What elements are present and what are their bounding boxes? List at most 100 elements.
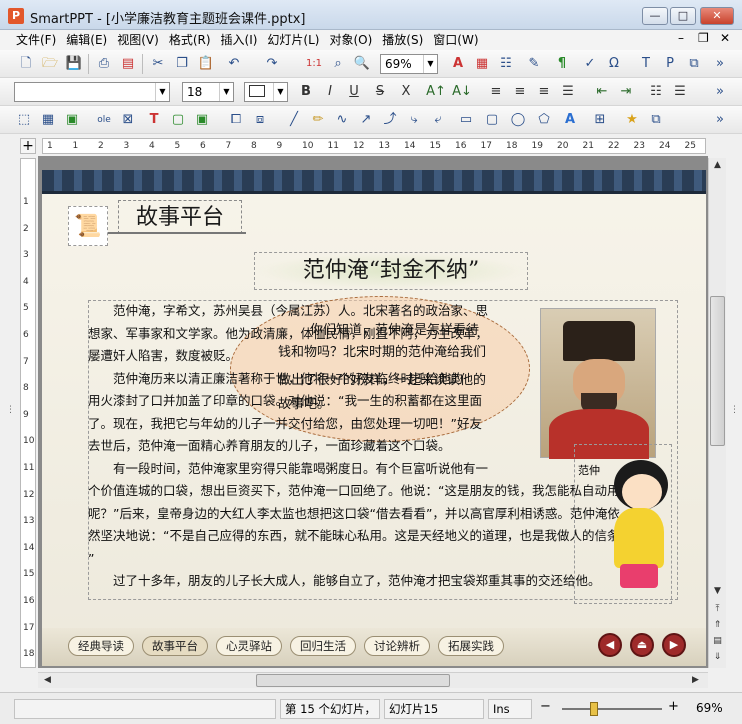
fan-zhongyan-portrait[interactable] <box>540 308 656 459</box>
zoom-in-button[interactable]: + <box>668 699 679 714</box>
font-grow-icon[interactable]: A↑ <box>426 82 446 102</box>
nav-classic-reading[interactable]: 经典导读 <box>68 636 134 656</box>
font-shrink-icon[interactable]: A↓ <box>452 82 472 102</box>
bold-button[interactable]: B <box>296 82 316 102</box>
copy-icon[interactable]: ❐ <box>172 54 192 74</box>
curve-tool-icon[interactable]: ∿ <box>332 110 352 130</box>
insert-table-frame-icon[interactable]: ▦ <box>38 110 58 130</box>
insert-media-icon[interactable]: ▣ <box>192 110 212 130</box>
menu-file[interactable]: 文件(F) <box>0 30 61 50</box>
vertical-scrollbar[interactable]: ▲ ▼ ⤒ ⇑ ▤ ⇓ <box>708 158 726 668</box>
strikethrough-icon[interactable]: S̶ <box>370 82 390 102</box>
rounded-rectangle-icon[interactable]: ▢ <box>482 110 502 130</box>
zoom-slider-knob[interactable] <box>590 702 598 716</box>
nav-prev-button[interactable]: ◀ <box>598 633 622 657</box>
menu-window[interactable]: 窗口(W) <box>428 30 483 50</box>
page-setup-icon[interactable]: T <box>636 54 656 74</box>
align-left-icon[interactable]: ≡ <box>486 82 506 102</box>
toolbar-more-button[interactable]: » <box>710 54 730 74</box>
find-icon[interactable]: ⌕ <box>328 54 348 74</box>
connector-tool-icon[interactable]: ⤴ <box>380 110 400 130</box>
line-tool-icon[interactable]: ╱ <box>284 110 304 130</box>
autoshape-icon[interactable]: ⬠ <box>534 110 554 130</box>
scroll-right-button[interactable]: ▶ <box>688 673 703 688</box>
minimize-button[interactable]: — <box>642 7 668 25</box>
nav-return-life[interactable]: 回归生活 <box>290 636 356 656</box>
prev-slide-button[interactable]: ⇑ <box>710 618 725 633</box>
numbered-list-icon[interactable]: ☰ <box>670 82 690 102</box>
horizontal-scroll-thumb[interactable] <box>256 674 450 687</box>
horizontal-ruler[interactable]: 1 1 2 3 4 5 6 7 8 9 10 11 12 13 14 15 16 17 18 19 20 21 22 23 24… <box>42 138 706 154</box>
maximize-button[interactable]: □ <box>670 7 696 25</box>
redo-icon[interactable]: ↷ <box>262 54 282 74</box>
nav-heart-station[interactable]: 心灵驿站 <box>216 636 282 656</box>
align-objects-icon[interactable]: ⊞ <box>590 110 610 130</box>
insert-shape-frame-icon[interactable]: ▢ <box>168 110 188 130</box>
toolbar-more-button[interactable]: » <box>710 82 730 102</box>
first-slide-button[interactable]: ⤒ <box>710 602 725 617</box>
elbow-connector-icon[interactable]: ⤷ <box>404 110 424 130</box>
mdi-restore-button[interactable]: ❐ <box>698 31 709 45</box>
ungroup-icon[interactable]: ⧈ <box>250 110 270 130</box>
pdf-export-icon[interactable]: ▤ <box>118 54 138 74</box>
undo-icon[interactable]: ↶ <box>224 54 244 74</box>
new-file-icon[interactable]: 🗋 <box>16 54 36 74</box>
nav-discussion[interactable]: 讨论辨析 <box>364 636 430 656</box>
slideshow-icon[interactable]: 1:1 <box>304 54 324 74</box>
menu-edit[interactable]: 编辑(E) <box>61 30 112 50</box>
insert-object-icon[interactable]: ⊠ <box>118 110 138 130</box>
menu-play[interactable]: 播放(S) <box>377 30 428 50</box>
zoom-select[interactable]: 69% ▼ <box>380 54 438 74</box>
font-name-select[interactable]: ▼ <box>14 82 170 102</box>
print-icon[interactable]: ⎙ <box>94 54 114 74</box>
menu-object[interactable]: 对象(O) <box>324 30 377 50</box>
mdi-minimize-button[interactable]: – <box>678 31 684 45</box>
insert-ole-icon[interactable]: ole <box>94 110 114 130</box>
align-justify-icon[interactable]: ☰ <box>558 82 578 102</box>
connector-points-icon[interactable]: ⤶ <box>428 110 448 130</box>
nav-story-platform[interactable]: 故事平台 <box>142 636 208 656</box>
align-right-icon[interactable]: ≡ <box>534 82 554 102</box>
text-color-icon[interactable]: A <box>448 54 468 74</box>
scroll-book-icon[interactable]: 📜 <box>68 206 108 246</box>
scroll-down-button[interactable]: ▼ <box>710 584 725 599</box>
stack-icon[interactable]: ⧉ <box>684 54 704 74</box>
wordart-icon[interactable]: A <box>560 110 580 130</box>
nav-home-button[interactable]: ⏏ <box>630 633 654 657</box>
save-icon[interactable]: 💾 <box>64 54 84 74</box>
insert-chart-icon[interactable]: ▦ <box>472 54 492 74</box>
font-size-select[interactable]: 18 ▼ <box>182 82 234 102</box>
underline-button[interactable]: U <box>344 82 364 102</box>
star-icon[interactable]: ★ <box>622 110 642 130</box>
insert-picture-icon[interactable]: ▣ <box>62 110 82 130</box>
scroll-up-button[interactable]: ▲ <box>710 158 725 173</box>
character-map-icon[interactable]: Ω <box>604 54 624 74</box>
menu-format[interactable]: 格式(R) <box>164 30 216 50</box>
next-slide-button[interactable]: ⇓ <box>710 650 725 665</box>
horizontal-scrollbar[interactable]: ◀ ▶ <box>38 672 708 688</box>
open-folder-icon[interactable]: 🗁 <box>40 54 60 74</box>
left-panel-grip[interactable]: ⋮ <box>6 395 15 425</box>
nav-extended-practice[interactable]: 拓展实践 <box>438 636 504 656</box>
spellcheck-icon[interactable]: ✓ <box>580 54 600 74</box>
vertical-ruler[interactable]: 1 2 3 4 5 6 7 8 9 10 11 12 13 14 15 16 17 18 <box>20 158 36 668</box>
paragraph-icon[interactable]: ¶ <box>552 54 572 74</box>
pencil-tool-icon[interactable]: ✏ <box>308 110 328 130</box>
clear-format-icon[interactable]: X <box>396 82 416 102</box>
indent-increase-icon[interactable]: ⇥ <box>616 82 636 102</box>
vertical-scroll-thumb[interactable] <box>710 296 725 446</box>
zoom-out-button[interactable]: − <box>540 699 551 714</box>
effects-icon[interactable]: ⧉ <box>646 110 666 130</box>
border-select[interactable]: ▼ <box>244 82 288 102</box>
insert-textbox-icon[interactable]: T <box>144 110 164 130</box>
mdi-close-button[interactable]: ✕ <box>720 31 730 45</box>
group-icon[interactable]: ⧠ <box>226 110 246 130</box>
menu-view[interactable]: 视图(V) <box>112 30 164 50</box>
italic-button[interactable]: I <box>320 82 340 102</box>
ruler-corner[interactable]: + <box>20 138 36 154</box>
format-painter-icon[interactable]: ✎ <box>524 54 544 74</box>
nav-next-button[interactable]: ▶ <box>662 633 686 657</box>
arrow-tool-icon[interactable]: ↗ <box>356 110 376 130</box>
insert-table-icon[interactable]: ☷ <box>496 54 516 74</box>
align-center-icon[interactable]: ≡ <box>510 82 530 102</box>
